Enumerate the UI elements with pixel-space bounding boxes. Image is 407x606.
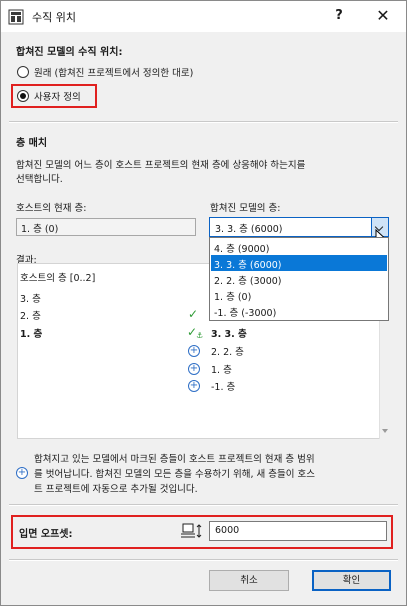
dropdown-option[interactable]: 4. 층 (9000) bbox=[211, 239, 387, 255]
host-story-label: 호스트의 현재 층: bbox=[16, 203, 87, 214]
story-match-description-2: 선택합니다. bbox=[16, 174, 63, 185]
dropdown-option[interactable]: 2. 2. 층 (3000) bbox=[211, 271, 387, 287]
elevation-input[interactable]: 6000 bbox=[209, 521, 387, 541]
plus-circle-icon: + bbox=[188, 363, 200, 375]
elevation-label: 입면 오프셋: bbox=[19, 529, 73, 540]
story-match-heading: 층 매치 bbox=[16, 138, 48, 149]
merged-story-label: 합쳐진 모델의 층: bbox=[210, 203, 281, 214]
radio-original[interactable] bbox=[17, 66, 29, 78]
host-story-item: 1. 층 bbox=[20, 329, 43, 340]
note-line-2: 를 벗어납니다. 합쳐진 모델의 모든 층을 수용하기 위해, 새 층들이 호스 bbox=[34, 469, 315, 480]
note-line-1: 합쳐지고 있는 모델에서 마크된 층들이 호스트 프로젝트의 현재 층 범위 bbox=[34, 454, 315, 465]
title-bar: 수직 위치 ? ✕ bbox=[1, 1, 406, 32]
check-icon: ✓ bbox=[188, 307, 199, 321]
dropdown-option[interactable]: -1. 층 (-3000) bbox=[211, 303, 387, 319]
merged-story-dropdown[interactable]: 4. 층 (9000) 3. 3. 층 (6000) 2. 2. 층 (3000… bbox=[209, 237, 389, 321]
dropdown-option[interactable]: 1. 층 (0) bbox=[211, 287, 387, 303]
host-story-field: 1. 층 (0) bbox=[16, 218, 196, 236]
radio-original-label[interactable]: 원래 (합쳐진 프로젝트에서 정의한 대로) bbox=[34, 65, 193, 79]
section-divider bbox=[9, 504, 398, 506]
merged-story-item: 3. 3. 층 bbox=[211, 329, 247, 340]
radio-custom[interactable] bbox=[17, 90, 29, 102]
merged-story-item: -1. 층 bbox=[211, 382, 236, 393]
dialog-window: 수직 위치 ? ✕ 합쳐진 모델의 수직 위치: 원래 (합쳐진 프로젝트에서 … bbox=[0, 0, 407, 606]
merged-story-value: 3. 3. 층 (6000) bbox=[215, 224, 283, 235]
close-button[interactable]: ✕ bbox=[371, 5, 395, 27]
anchor-icon: ⚓ bbox=[196, 331, 204, 340]
app-icon bbox=[8, 9, 24, 25]
window-title: 수직 위치 bbox=[32, 11, 76, 24]
section-divider bbox=[9, 121, 398, 123]
help-button[interactable]: ? bbox=[328, 6, 350, 26]
plus-circle-icon: + bbox=[188, 345, 200, 357]
story-match-description-1: 합쳐진 모델의 어느 층이 호스트 프로젝트의 현재 층에 상응해야 하는지를 bbox=[16, 160, 306, 171]
elevation-value: 6000 bbox=[215, 525, 240, 536]
section-divider bbox=[9, 559, 398, 561]
note-line-3: 트 프로젝트에 자동으로 추가될 것입니다. bbox=[34, 484, 198, 495]
scroll-down-icon[interactable] bbox=[382, 429, 388, 433]
cancel-button[interactable]: 취소 bbox=[209, 570, 289, 591]
host-range-label: 호스트의 층 [0..2] bbox=[20, 273, 96, 284]
host-story-item: 2. 층 bbox=[20, 311, 41, 322]
merged-story-combo[interactable]: 3. 3. 층 (6000) bbox=[209, 217, 389, 237]
plus-circle-icon: + bbox=[16, 467, 28, 479]
merged-story-item: 1. 층 bbox=[211, 365, 232, 376]
merged-story-item: 2. 2. 층 bbox=[211, 347, 244, 358]
vertical-position-heading: 합쳐진 모델의 수직 위치: bbox=[16, 47, 123, 58]
host-story-value: 1. 층 (0) bbox=[21, 224, 59, 235]
dropdown-option-selected[interactable]: 3. 3. 층 (6000) bbox=[211, 255, 387, 271]
elevation-offset-icon bbox=[181, 523, 202, 538]
host-story-item: 3. 층 bbox=[20, 294, 41, 305]
ok-button[interactable]: 확인 bbox=[312, 570, 391, 591]
plus-circle-icon: + bbox=[188, 380, 200, 392]
radio-custom-label[interactable]: 사용자 정의 bbox=[34, 89, 81, 103]
